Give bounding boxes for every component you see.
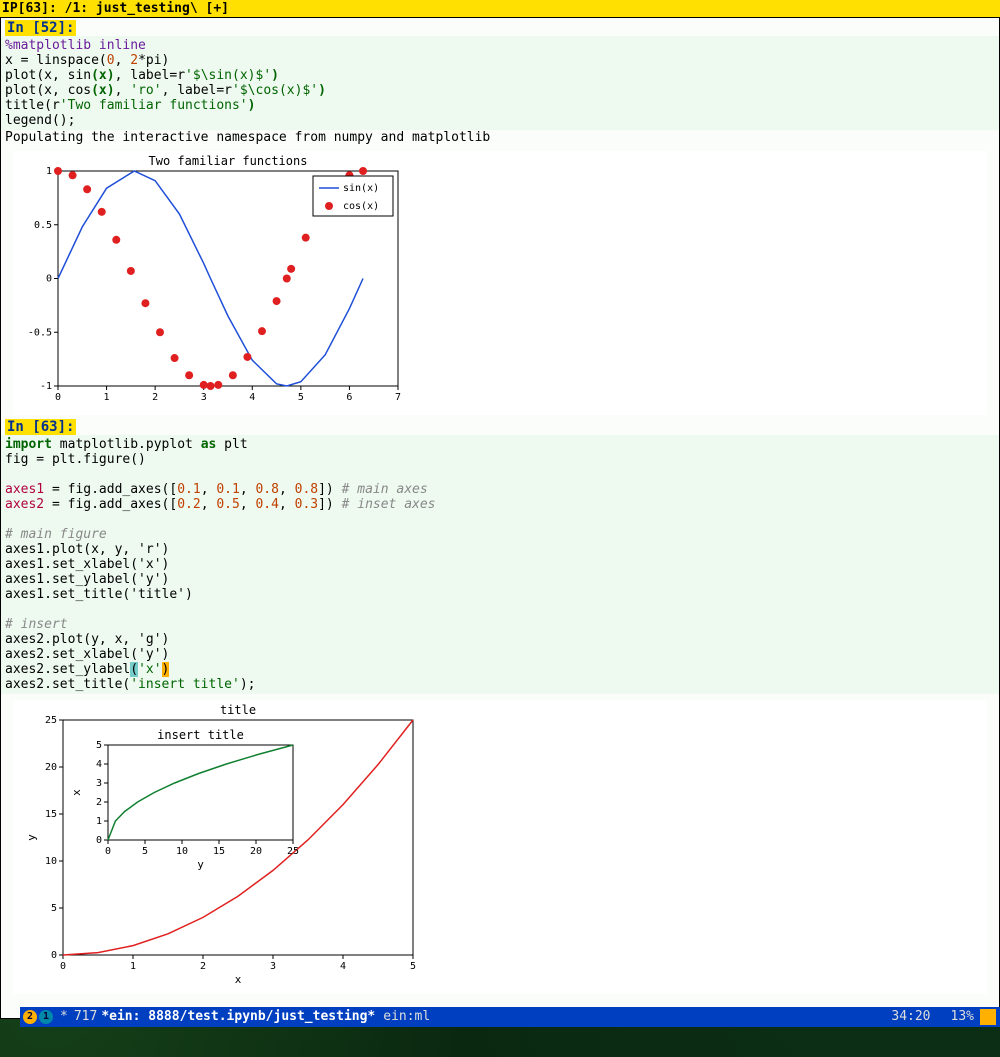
code-line: legend(); (5, 113, 75, 128)
svg-text:y: y (25, 834, 38, 841)
buffer-name: *ein: 8888/test.ipynb/just_testing* (101, 1007, 375, 1027)
svg-text:1: 1 (130, 961, 136, 972)
svg-text:1: 1 (104, 392, 110, 403)
code-line: x = linspace(0, 2*pi) (5, 53, 169, 68)
svg-text:0: 0 (55, 392, 61, 403)
code-line: axes2.plot(y, x, 'g') (5, 632, 169, 647)
modeline: 2 1 * 717 *ein: 8888/test.ipynb/just_tes… (20, 1007, 1000, 1027)
svg-text:20: 20 (250, 846, 262, 857)
svg-text:0: 0 (105, 846, 111, 857)
svg-text:1: 1 (96, 816, 102, 827)
svg-text:cos(x): cos(x) (343, 201, 379, 212)
svg-text:25: 25 (287, 846, 299, 857)
code-line: axes1.plot(x, y, 'r') (5, 542, 169, 557)
code-line: plot(x, cos(x), 'ro', label=r'$\cos(x)$'… (5, 83, 326, 98)
code-line: # main figure (5, 527, 107, 542)
svg-text:5: 5 (51, 903, 57, 914)
svg-text:5: 5 (298, 392, 304, 403)
major-mode: ein:ml (383, 1007, 430, 1027)
scroll-percent: 13% (951, 1007, 974, 1027)
svg-text:-1: -1 (40, 381, 52, 392)
window-indicator-2-icon: 1 (39, 1010, 53, 1024)
code-line: axes2 = fig.add_axes([0.2, 0.5, 0.4, 0.3… (5, 497, 436, 512)
svg-text:-0.5: -0.5 (28, 327, 52, 338)
svg-text:3: 3 (96, 778, 102, 789)
svg-text:15: 15 (213, 846, 225, 857)
svg-text:10: 10 (176, 846, 188, 857)
chart-two-familiar: 0 1 2 3 4 5 6 7 -1 -0.5 0 0.5 1 Two familiar function… (13, 151, 987, 415)
svg-text:y: y (197, 858, 204, 871)
svg-text:5: 5 (96, 740, 102, 751)
code-line: axes2.set_xlabel('y') (5, 647, 169, 662)
svg-text:2: 2 (200, 961, 206, 972)
cursor-position: 34:20 (891, 1007, 930, 1027)
svg-text:0: 0 (46, 274, 52, 285)
cell-prompt-1: In [52]: (5, 20, 76, 36)
cell-prompt-2: In [63]: (5, 419, 76, 435)
editor-area[interactable]: In [52]: %matplotlib inline x = linspace… (0, 17, 1000, 1019)
code-line: %matplotlib inline (5, 38, 146, 53)
svg-text:25: 25 (45, 715, 57, 726)
svg-text:0: 0 (51, 950, 57, 961)
svg-text:2: 2 (152, 392, 158, 403)
svg-text:3: 3 (270, 961, 276, 972)
chart-title-with-inset: 0 1 2 3 4 5 0 5 10 15 20 25 title x y 0 5 10 15 20 25 0 1 2 3 4 5 i… (13, 700, 987, 994)
svg-text:4: 4 (340, 961, 346, 972)
code-line: axes1.set_title('title') (5, 587, 193, 602)
svg-text:4: 4 (249, 392, 255, 403)
svg-text:0: 0 (60, 961, 66, 972)
svg-text:2: 2 (96, 797, 102, 808)
svg-text:5: 5 (142, 846, 148, 857)
code-line: # insert (5, 617, 68, 632)
svg-text:15: 15 (45, 809, 57, 820)
code-line: import matplotlib.pyplot as plt (5, 437, 248, 452)
svg-text:0.5: 0.5 (34, 220, 52, 231)
tab-bar[interactable]: IP[63]: /1: just_testing\ [+] (0, 0, 1000, 17)
svg-text:3: 3 (201, 392, 207, 403)
svg-text:10: 10 (45, 856, 57, 867)
modified-star: * (60, 1007, 68, 1027)
svg-text:20: 20 (45, 762, 57, 773)
svg-text:sin(x): sin(x) (343, 183, 379, 194)
svg-text:4: 4 (96, 759, 102, 770)
svg-text:7: 7 (395, 392, 401, 403)
output-text-1: Populating the interactive namespace fro… (1, 130, 999, 145)
line-number: 717 (74, 1007, 97, 1027)
code-block-1[interactable]: %matplotlib inline x = linspace(0, 2*pi)… (1, 36, 999, 130)
code-line: title(r'Two familiar functions') (5, 98, 255, 113)
svg-text:x: x (235, 973, 242, 986)
code-line: axes1.set_xlabel('x') (5, 557, 169, 572)
code-line: axes1.set_ylabel('y') (5, 572, 169, 587)
code-block-2[interactable]: import matplotlib.pyplot as plt fig = pl… (1, 435, 999, 694)
svg-text:title: title (220, 703, 256, 717)
code-line: fig = plt.figure() (5, 452, 146, 467)
tab-title: IP[63]: /1: just_testing\ [+] (2, 1, 229, 16)
svg-text:Two familiar functions: Two familiar functions (149, 154, 308, 168)
svg-text:x: x (70, 789, 83, 796)
window-indicator-1-icon: 2 (23, 1010, 37, 1024)
code-line: axes1 = fig.add_axes([0.1, 0.1, 0.8, 0.8… (5, 482, 428, 497)
svg-text:1: 1 (46, 166, 52, 177)
svg-text:6: 6 (346, 392, 352, 403)
svg-text:insert title: insert title (157, 728, 244, 742)
svg-text:5: 5 (410, 961, 416, 972)
code-line: axes2.set_title('insert title'); (5, 677, 255, 692)
svg-text:0: 0 (96, 835, 102, 846)
code-line: axes2.set_ylabel('x') (5, 662, 169, 677)
modeline-block-icon (980, 1009, 996, 1025)
code-line: plot(x, sin(x), label=r'$\sin(x)$') (5, 68, 279, 83)
